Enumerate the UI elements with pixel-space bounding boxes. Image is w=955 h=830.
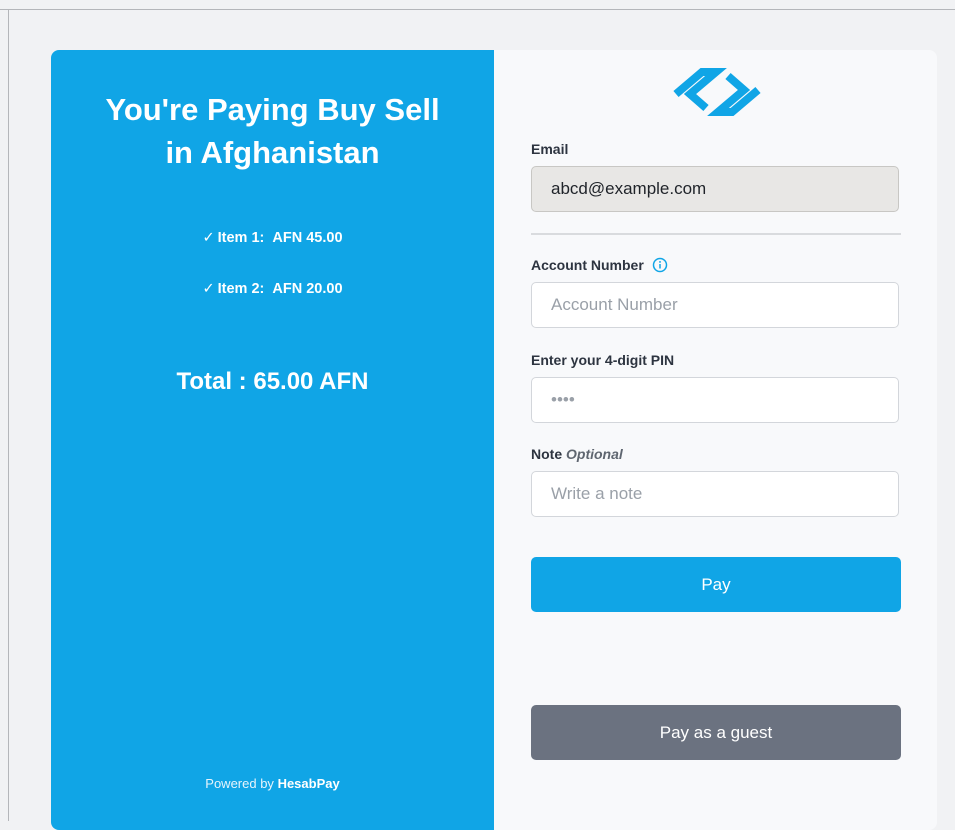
- pay-as-guest-button[interactable]: Pay as a guest: [531, 705, 901, 760]
- hesabpay-logo-icon: [673, 68, 761, 116]
- payment-title: You're Paying Buy Sell in Afghanistan: [51, 88, 494, 174]
- hesabpay-link[interactable]: HesabPay: [278, 776, 340, 791]
- line-item: ✓ Item 2: AFN 20.00: [51, 281, 494, 297]
- order-total: Total : 65.00 AFN: [176, 368, 369, 395]
- pay-button[interactable]: Pay: [531, 557, 901, 612]
- line-item-label: Item 2:: [217, 281, 265, 297]
- pin-label: Enter your 4-digit PIN: [531, 352, 675, 368]
- powered-by-prefix: Powered by: [205, 776, 274, 791]
- email-field[interactable]: [531, 166, 899, 212]
- checkmark-icon: ✓: [202, 281, 215, 297]
- checkout-card: You're Paying Buy Sell in Afghanistan ✓ I…: [51, 50, 937, 830]
- note-label-text: Note: [531, 446, 563, 462]
- account-number-label-text: Account Number: [531, 257, 644, 273]
- info-circle-icon[interactable]: [652, 257, 668, 273]
- payment-title-line2: in Afghanistan: [165, 135, 380, 170]
- note-label: Note Optional: [531, 446, 623, 462]
- powered-by: Powered by HesabPay: [51, 776, 494, 791]
- pin-input[interactable]: [531, 377, 899, 423]
- line-item-amount: AFN 20.00: [272, 281, 343, 297]
- line-item: ✓ Item 1: AFN 45.00: [51, 230, 494, 246]
- line-item-amount: AFN 45.00: [272, 230, 343, 246]
- email-label: Email: [531, 141, 569, 157]
- window-top-border: [0, 9, 955, 10]
- payment-title-line1: You're Paying Buy Sell: [105, 92, 440, 127]
- line-item-label: Item 1:: [217, 230, 265, 246]
- note-input[interactable]: [531, 471, 899, 517]
- payment-form-panel: Email Account Number Enter your 4-digit …: [494, 50, 937, 830]
- form-divider: [531, 233, 901, 235]
- optional-tag: Optional: [566, 446, 623, 462]
- checkmark-icon: ✓: [202, 230, 215, 246]
- order-summary-panel: You're Paying Buy Sell in Afghanistan ✓ I…: [51, 50, 494, 830]
- account-number-label: Account Number: [531, 257, 668, 273]
- account-number-input[interactable]: [531, 282, 899, 328]
- window-left-border: [8, 9, 9, 821]
